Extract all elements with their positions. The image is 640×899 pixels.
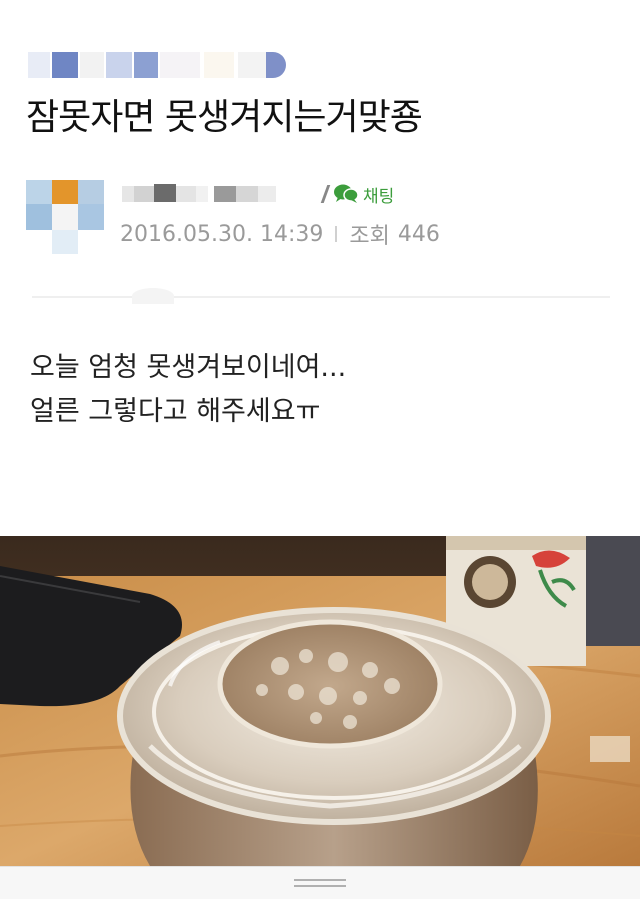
divider-decoration — [132, 288, 174, 304]
board-tag-pixel — [204, 52, 234, 78]
board-tag-pixel — [80, 52, 104, 78]
body-line: 얼른 그렇다고 해주세요ㅠ — [30, 396, 321, 427]
board-tag-pixel — [134, 52, 158, 78]
board-tag-pixel — [266, 52, 286, 78]
speech-bubble-icon — [333, 183, 359, 205]
views-label: 조회 — [349, 224, 390, 249]
post-body: 오늘 엄청 못생겨보이네여... 얼른 그렇다고 해주세요ㅠ — [30, 346, 610, 434]
meta-separator — [335, 226, 338, 242]
drag-handle-icon[interactable] — [294, 879, 346, 889]
iced-coffee-photo — [0, 536, 640, 866]
views-count: 446 — [397, 221, 440, 247]
content-divider — [32, 296, 610, 298]
post-meta: 2016.05.30. 14:39 조회 446 — [120, 218, 440, 250]
board-tag-pixel — [160, 52, 200, 78]
post-photo[interactable] — [0, 536, 640, 866]
chat-button[interactable]: 채팅 — [320, 180, 395, 208]
chat-label: 채팅 — [363, 186, 395, 207]
body-line: 오늘 엄청 못생겨보이네여... — [30, 352, 347, 383]
board-tag-pixel — [238, 52, 266, 78]
author-row: 채팅 2016.05.30. 14:39 조회 446 — [26, 180, 616, 254]
bottom-bar — [0, 866, 640, 899]
post-title: 잠못자면 못생겨지는거맞죵 — [26, 97, 423, 138]
board-tag-pixel — [28, 52, 50, 78]
post-date: 2016.05.30. 14:39 — [120, 221, 324, 247]
separator-mark — [320, 185, 331, 203]
avatar[interactable] — [26, 180, 104, 254]
board-tag-pixel — [106, 52, 132, 78]
board-tag[interactable] — [28, 52, 286, 78]
author-nickname[interactable] — [122, 182, 302, 204]
board-tag-pixel — [52, 52, 78, 78]
